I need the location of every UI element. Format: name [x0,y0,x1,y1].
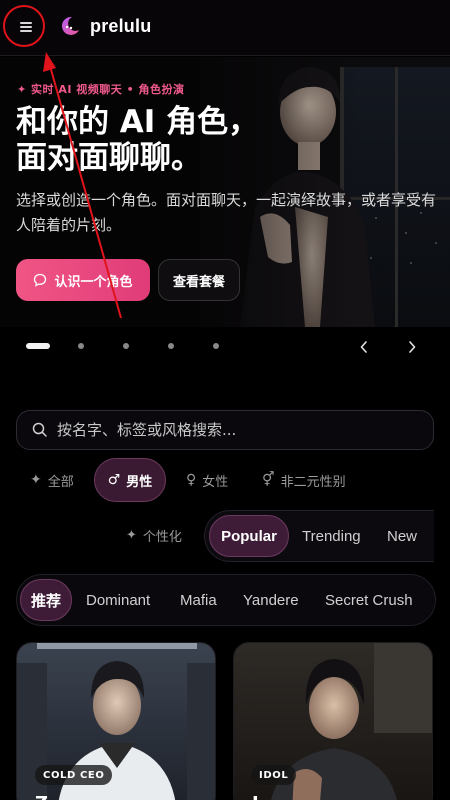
sparkle-icon: ✦ [126,528,137,543]
gender-filter: ✦ 全部 ♂ 男性 ♀ 女性 ⚥ 非二元性别 [16,458,436,502]
male-icon: ♂ [107,472,121,488]
hamburger-menu-icon [20,22,32,32]
logo-text: prelulu [90,15,152,36]
carousel-prev-button[interactable] [354,337,374,357]
tag-secret-crush[interactable]: Secret Crush [325,579,413,621]
sparkle-icon: ✦ [30,472,42,488]
chevron-left-icon [360,341,367,353]
chevron-right-icon [409,341,416,353]
hero-description: 选择或创造一个角色。面对面聊天，一起演绎故事，或者享受有人陪着的片刻。 [16,191,437,234]
menu-button[interactable] [6,7,46,47]
character-tag-badge: COLD CEO [35,765,113,785]
filter-male[interactable]: ♂ 男性 [94,458,166,502]
filter-all[interactable]: ✦ 全部 [30,458,74,502]
personalize-button[interactable]: ✦ 个性化 [126,526,182,545]
carousel-dots [26,343,258,349]
character-card[interactable]: COLD CEO Z [16,642,216,800]
character-name: J [252,793,259,800]
carousel-dot[interactable] [78,343,84,349]
character-name: Z [35,793,48,800]
sort-popular[interactable]: Popular [209,515,289,557]
meet-character-label: 认识一个角色 [54,274,133,290]
search-bar [16,410,434,450]
tag-mafia[interactable]: Mafia [180,579,217,621]
character-tag-badge: IDOL [251,765,297,785]
nonbinary-icon: ⚥ [262,472,275,488]
carousel-dot[interactable] [123,343,129,349]
filter-nonbinary[interactable]: ⚥ 非二元性别 [262,458,346,502]
sort-row: ✦ 个性化 Popular Trending New [0,510,450,562]
logo[interactable]: prelulu [59,15,151,37]
carousel-next-button[interactable] [402,337,422,357]
sort-segmented-control: Popular Trending New [204,510,434,562]
carousel-dot[interactable] [26,343,50,349]
female-icon: ♀ [186,472,197,488]
tag-yandere[interactable]: Yandere [243,579,299,621]
app-header: prelulu [0,0,450,56]
hero-banner: ✦ 实时 AI 视频聊天 • 角色扮演 和你的 AI 角色， 面对面聊聊。 选择… [0,57,450,327]
tag-filter: 推荐 Dominant Mafia Yandere Secret Crush [16,574,436,626]
search-input[interactable] [57,421,433,439]
hero-title: 和你的 AI 角色， 面对面聊聊。 [16,104,260,176]
tag-dominant[interactable]: Dominant [86,579,150,621]
character-card[interactable]: IDOL J [233,642,433,800]
search-icon [32,422,47,437]
sort-trending[interactable]: Trending [302,515,361,557]
view-plans-button[interactable]: 查看套餐 [158,259,240,301]
meet-character-button[interactable]: 认识一个角色 [16,259,150,301]
chat-bubble-icon [34,273,47,287]
sort-new[interactable]: New [387,515,417,557]
carousel-dot[interactable] [168,343,174,349]
carousel-dot[interactable] [213,343,219,349]
filter-female[interactable]: ♀ 女性 [186,458,228,502]
logo-moon-icon [61,16,79,35]
tag-recommended[interactable]: 推荐 [20,579,72,621]
hero-eyebrow: ✦ 实时 AI 视频聊天 • 角色扮演 [17,83,185,96]
